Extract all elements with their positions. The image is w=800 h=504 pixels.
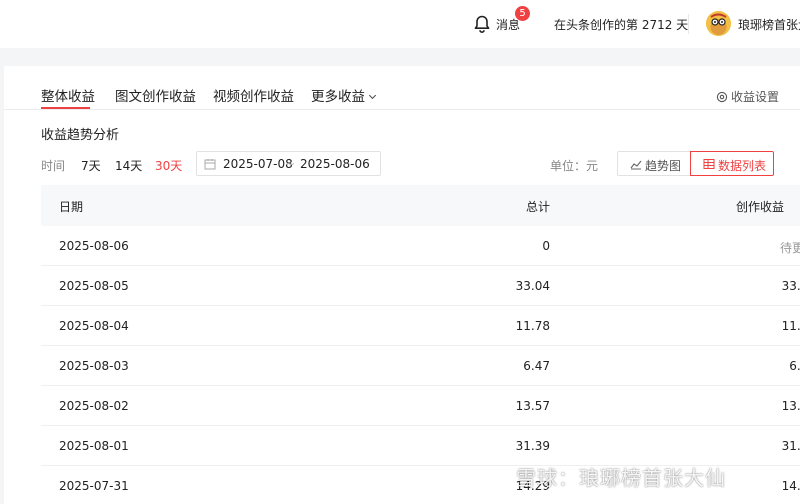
range-30-days[interactable]: 30天 <box>155 157 182 174</box>
tab-article-income[interactable]: 图文创作收益 <box>115 85 196 105</box>
username[interactable]: 琅琊榜首张大 <box>738 16 800 33</box>
row-date: 2025-08-01 <box>59 439 129 453</box>
column-header-total: 总计 <box>525 200 550 214</box>
line-chart-icon <box>630 160 642 170</box>
time-filter-label: 时间 <box>41 159 66 173</box>
top-bar: 5 消息 在头条创作的第 2712 天 琅琊榜首张大 <box>0 0 800 48</box>
header-divider <box>688 14 689 34</box>
column-header-date: 日期 <box>59 200 84 214</box>
row-total: 31.39 <box>515 439 550 453</box>
row-creation-income: 11.78 <box>781 319 800 333</box>
row-total: 13.57 <box>515 399 550 413</box>
row-total: 6.47 <box>523 359 550 373</box>
tabs-divider <box>4 109 800 110</box>
tab-more-income-label: 更多收益 <box>311 89 365 105</box>
end-date[interactable]: 2025-08-06 <box>300 157 370 171</box>
income-settings-button[interactable]: 收益设置 <box>716 88 779 105</box>
row-date: 2025-08-06 <box>59 239 129 253</box>
table-row: 2025-08-05 33.04 33.04 <box>41 266 800 306</box>
row-date: 2025-07-31 <box>59 479 129 493</box>
row-creation-income: 6.47 <box>789 359 800 373</box>
gear-icon <box>716 91 728 103</box>
tab-more-income[interactable]: 更多收益 <box>311 85 377 105</box>
range-14-days[interactable]: 14天 <box>115 157 142 174</box>
bell-icon[interactable] <box>472 14 492 34</box>
table-icon <box>703 159 715 169</box>
row-creation-income: 13.57 <box>781 399 800 413</box>
table-row: 2025-08-01 31.39 31.39 <box>41 426 800 466</box>
section-title: 收益趋势分析 <box>41 128 120 143</box>
row-total: 33.04 <box>515 279 550 293</box>
range-7-days[interactable]: 7天 <box>81 157 101 174</box>
table-row: 2025-08-04 11.78 11.78 <box>41 306 800 346</box>
avatar[interactable] <box>706 11 731 36</box>
creator-days-text: 在头条创作的第 2712 天 <box>554 18 689 32</box>
row-total: 11.78 <box>515 319 550 333</box>
row-date: 2025-08-05 <box>59 279 129 293</box>
table-row: 2025-08-06 0 待更新 <box>41 226 800 266</box>
row-date: 2025-08-04 <box>59 319 129 333</box>
watermark: 雪球：琅琊榜首张大仙 <box>516 466 726 490</box>
date-range-picker[interactable]: 2025-07-08 ~ 2025-08-06 <box>196 151 381 176</box>
row-total: 0 <box>542 239 550 253</box>
messages-link[interactable]: 消息 <box>496 16 520 33</box>
date-separator: ~ <box>285 157 296 171</box>
unit-label: 单位：元 <box>550 159 599 173</box>
row-creation-income: 待更新 <box>779 241 800 255</box>
table-header: 日期 总计 创作收益 <box>41 185 800 226</box>
table-row: 2025-08-02 13.57 13.57 <box>41 386 800 426</box>
row-creation-income: 31.39 <box>781 439 800 453</box>
table-row: 2025-08-03 6.47 6.47 <box>41 346 800 386</box>
start-date[interactable]: 2025-07-08 <box>223 157 293 171</box>
data-list-label: 数据列表 <box>718 159 767 173</box>
trend-chart-label: 趋势图 <box>645 159 682 173</box>
tab-overall-income[interactable]: 整体收益 <box>41 85 95 105</box>
trend-chart-button[interactable]: 趋势图 <box>617 151 691 176</box>
tab-video-income[interactable]: 视频创作收益 <box>213 85 294 105</box>
column-header-creation-income: 创作收益 <box>736 200 785 214</box>
data-list-button[interactable]: 数据列表 <box>690 151 774 176</box>
row-date: 2025-08-03 <box>59 359 129 373</box>
chevron-down-icon <box>368 91 377 100</box>
income-settings-label: 收益设置 <box>731 90 780 104</box>
calendar-icon <box>204 159 216 170</box>
row-date: 2025-08-02 <box>59 399 129 413</box>
row-creation-income: 33.04 <box>781 279 800 293</box>
